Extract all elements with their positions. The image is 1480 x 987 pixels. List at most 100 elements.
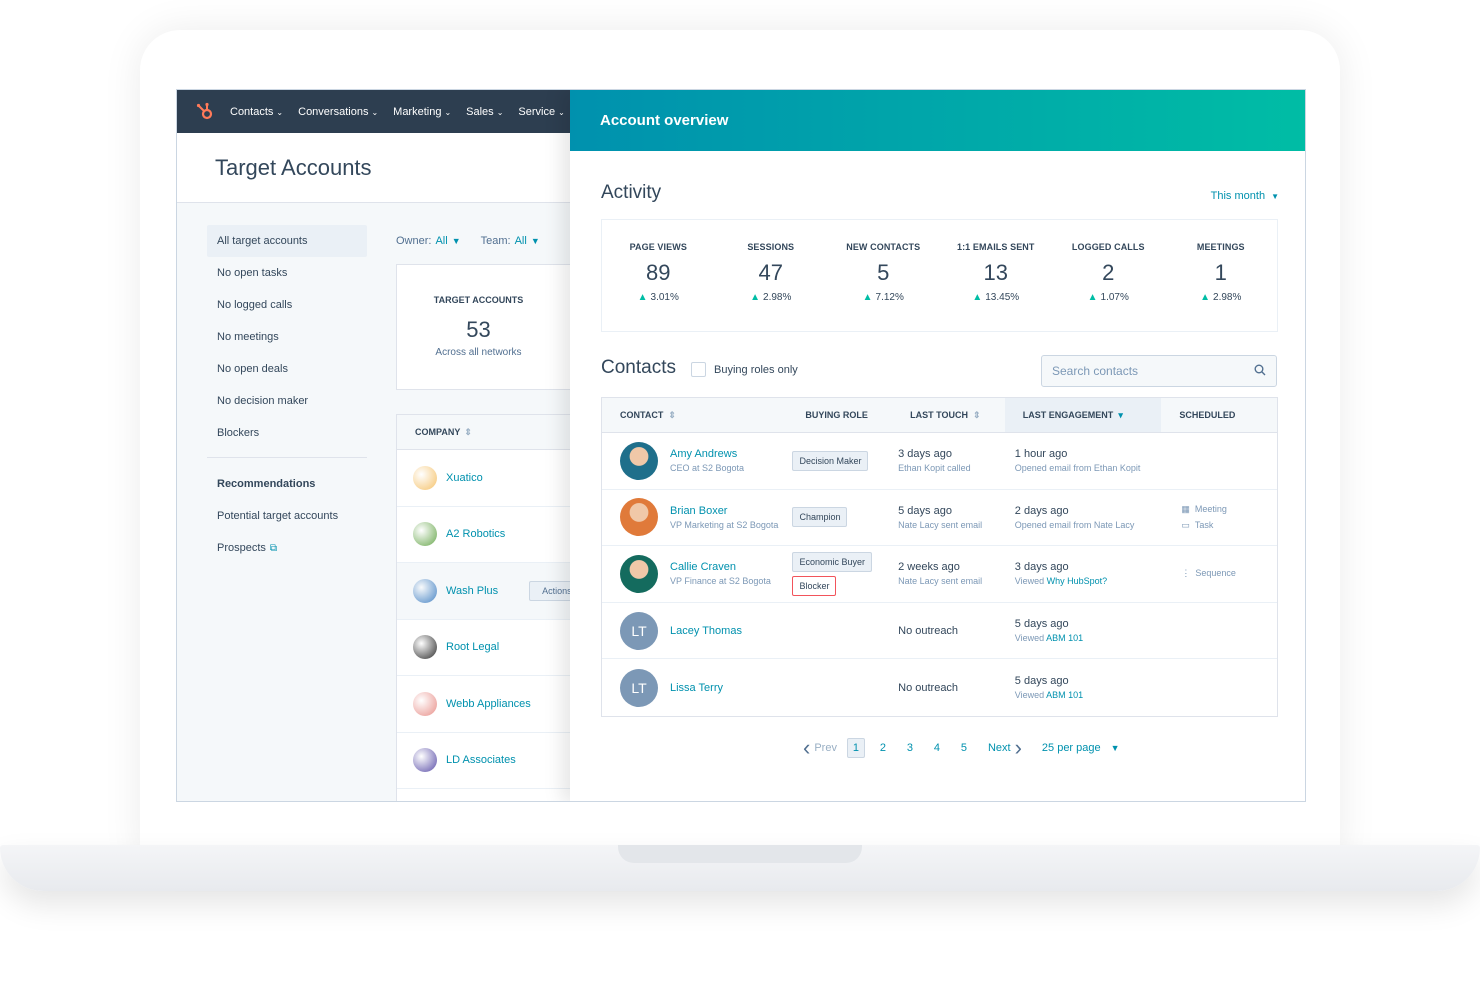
company-row[interactable]: Xuatico bbox=[397, 450, 570, 507]
team-filter-value: All bbox=[514, 235, 527, 247]
search-contacts[interactable] bbox=[1041, 355, 1277, 387]
contact-name-link[interactable]: Lissa Terry bbox=[670, 682, 723, 694]
contact-info: Lacey Thomas bbox=[670, 625, 742, 637]
chevron-down-icon: ⌄ bbox=[496, 107, 504, 117]
table-row: Amy Andrews CEO at S2 Bogota Decision Make… bbox=[602, 433, 1277, 490]
sort-icon: ⇕ bbox=[464, 427, 472, 437]
scheduled-item[interactable]: ▦ Meeting bbox=[1181, 504, 1227, 515]
engagement-text: Viewed bbox=[1014, 690, 1045, 701]
left-header: Target Accounts bbox=[177, 133, 570, 203]
scheduled-item[interactable]: ▭ Task bbox=[1181, 520, 1213, 531]
avatar[interactable] bbox=[620, 441, 658, 480]
nav-marketing[interactable]: Marketing ⌄ bbox=[393, 106, 451, 118]
scheduled-item[interactable]: ⋮ Sequence bbox=[1181, 568, 1236, 579]
sidebar-item-prospects[interactable]: Prospects ⧉ bbox=[207, 532, 367, 564]
sidebar-item-no-logged-calls[interactable]: No logged calls bbox=[207, 289, 367, 321]
column-contact-label: CONTACT bbox=[620, 410, 664, 420]
buying-roles-checkbox[interactable] bbox=[691, 362, 706, 377]
buying-role-cell bbox=[787, 603, 892, 659]
engagement-link[interactable]: Why HubSpot? bbox=[1047, 576, 1108, 586]
target-accounts-label: TARGET ACCOUNTS bbox=[433, 295, 524, 305]
nav-service[interactable]: Service ⌄ bbox=[518, 106, 564, 118]
sidebar-item-no-meetings[interactable]: No meetings bbox=[207, 321, 367, 353]
owner-filter[interactable]: Owner: All ▼ bbox=[396, 235, 461, 247]
company-name-link[interactable]: Root Legal bbox=[446, 641, 499, 653]
page-title: Target Accounts bbox=[215, 155, 372, 180]
chevron-left-icon[interactable]: ‹ bbox=[803, 737, 810, 759]
avatar[interactable] bbox=[620, 498, 658, 537]
buying-role-tag: Economic Buyer bbox=[792, 551, 872, 572]
prev-page-button[interactable]: Prev bbox=[814, 742, 837, 754]
nav-sales[interactable]: Sales ⌄ bbox=[466, 106, 503, 118]
timeframe-value: This month bbox=[1210, 190, 1266, 202]
trend-up-icon: ▲ bbox=[1200, 292, 1211, 303]
page-5-button[interactable]: 5 bbox=[955, 738, 973, 758]
sidebar-item-potential-target-accounts[interactable]: Potential target accounts bbox=[207, 500, 367, 532]
column-last-touch[interactable]: LAST TOUCH ⇕ bbox=[892, 398, 1005, 432]
avatar[interactable] bbox=[620, 554, 658, 593]
company-name-link[interactable]: Wash Plus bbox=[446, 585, 498, 597]
page-1-button[interactable]: 1 bbox=[846, 738, 865, 758]
company-column-header[interactable]: COMPANY ⇕ bbox=[397, 415, 570, 450]
sidebar-item-no-open-tasks[interactable]: No open tasks bbox=[207, 257, 367, 289]
target-accounts-subtitle: Across all networks bbox=[435, 347, 522, 358]
nav-contacts[interactable]: Contacts ⌄ bbox=[230, 106, 283, 118]
stat-meetings: MEETINGS 1 ▲ 2.98% bbox=[1165, 220, 1278, 331]
contact-name-link[interactable]: Callie Craven bbox=[670, 561, 771, 573]
page-4-button[interactable]: 4 bbox=[928, 738, 946, 758]
timeframe-dropdown[interactable]: This month ▼ bbox=[1211, 190, 1279, 202]
search-input[interactable] bbox=[1052, 364, 1242, 378]
sidebar-item-all-target-accounts[interactable]: All target accounts bbox=[207, 225, 367, 257]
avatar[interactable]: LT bbox=[620, 611, 658, 650]
sort-icon: ⇕ bbox=[668, 409, 676, 420]
contact-name-link[interactable]: Brian Boxer bbox=[670, 505, 778, 517]
nav-conversations[interactable]: Conversations ⌄ bbox=[298, 106, 378, 118]
company-row[interactable]: Root Legal bbox=[397, 620, 570, 676]
company-row[interactable]: LD Associates bbox=[397, 733, 570, 789]
buying-role-cell bbox=[787, 659, 892, 716]
contact-info: Amy Andrews CEO at S2 Bogota bbox=[670, 448, 744, 473]
last-touch-cell: 3 days ago Ethan Kopit called bbox=[892, 433, 1005, 489]
stat-value: 2 bbox=[1102, 260, 1115, 285]
trend-up-icon: ▲ bbox=[1087, 292, 1098, 303]
company-name-link[interactable]: A2 Robotics bbox=[446, 528, 505, 540]
company-name-link[interactable]: Xuatico bbox=[446, 472, 483, 484]
company-row[interactable]: Wash Plus Actions bbox=[397, 563, 585, 620]
avatar[interactable]: LT bbox=[620, 668, 658, 707]
stat-label: LOGGED CALLS bbox=[1071, 242, 1145, 252]
company-name-link[interactable]: LD Associates bbox=[446, 754, 516, 766]
sidebar-item-blockers[interactable]: Blockers bbox=[207, 417, 367, 449]
last-engagement-time: 5 days ago bbox=[1014, 675, 1069, 688]
chevron-right-icon[interactable]: › bbox=[1015, 737, 1022, 759]
page-3-button[interactable]: 3 bbox=[901, 738, 919, 758]
column-contact[interactable]: CONTACT ⇕ bbox=[602, 398, 787, 432]
search-icon[interactable] bbox=[1254, 364, 1266, 379]
engagement-text: Viewed bbox=[1014, 576, 1045, 587]
last-touch-time: No outreach bbox=[898, 681, 959, 694]
stat-change-value: 2.98% bbox=[1213, 292, 1242, 303]
sidebar-item-no-decision-maker[interactable]: No decision maker bbox=[207, 385, 367, 417]
team-filter[interactable]: Team: All ▼ bbox=[481, 235, 540, 247]
sidebar-item-no-open-deals[interactable]: No open deals bbox=[207, 353, 367, 385]
contact-name-link[interactable]: Lacey Thomas bbox=[670, 625, 742, 637]
page-2-button[interactable]: 2 bbox=[874, 738, 892, 758]
engagement-link[interactable]: ABM 101 bbox=[1046, 633, 1083, 643]
company-row[interactable]: Webb Appliances bbox=[397, 676, 570, 733]
column-scheduled-label: SCHEDULED bbox=[1179, 410, 1236, 420]
stat-label: MEETINGS bbox=[1196, 242, 1245, 252]
caret-down-icon: ▼ bbox=[530, 236, 540, 246]
contact-name-link[interactable]: Amy Andrews bbox=[670, 448, 744, 460]
filters-bar: Owner: All ▼ Team: All ▼ bbox=[396, 235, 540, 247]
buying-role-cell: Economic Buyer Blocker bbox=[787, 546, 892, 602]
per-page-dropdown[interactable]: 25 per page ▼ bbox=[1042, 742, 1120, 754]
company-name-link[interactable]: Webb Appliances bbox=[446, 698, 531, 710]
hubspot-logo-icon[interactable] bbox=[195, 102, 215, 122]
company-row[interactable]: A2 Robotics bbox=[397, 507, 570, 563]
next-page-button[interactable]: Next bbox=[988, 742, 1011, 754]
buying-roles-filter[interactable]: Buying roles only bbox=[691, 362, 798, 377]
scheduled-label: Meeting bbox=[1194, 503, 1227, 514]
engagement-link[interactable]: ABM 101 bbox=[1046, 690, 1083, 700]
column-last-engagement[interactable]: LAST ENGAGEMENT ▾ bbox=[1004, 398, 1162, 432]
last-touch-cell: No outreach bbox=[892, 659, 1005, 716]
trend-up-icon: ▲ bbox=[637, 292, 648, 303]
